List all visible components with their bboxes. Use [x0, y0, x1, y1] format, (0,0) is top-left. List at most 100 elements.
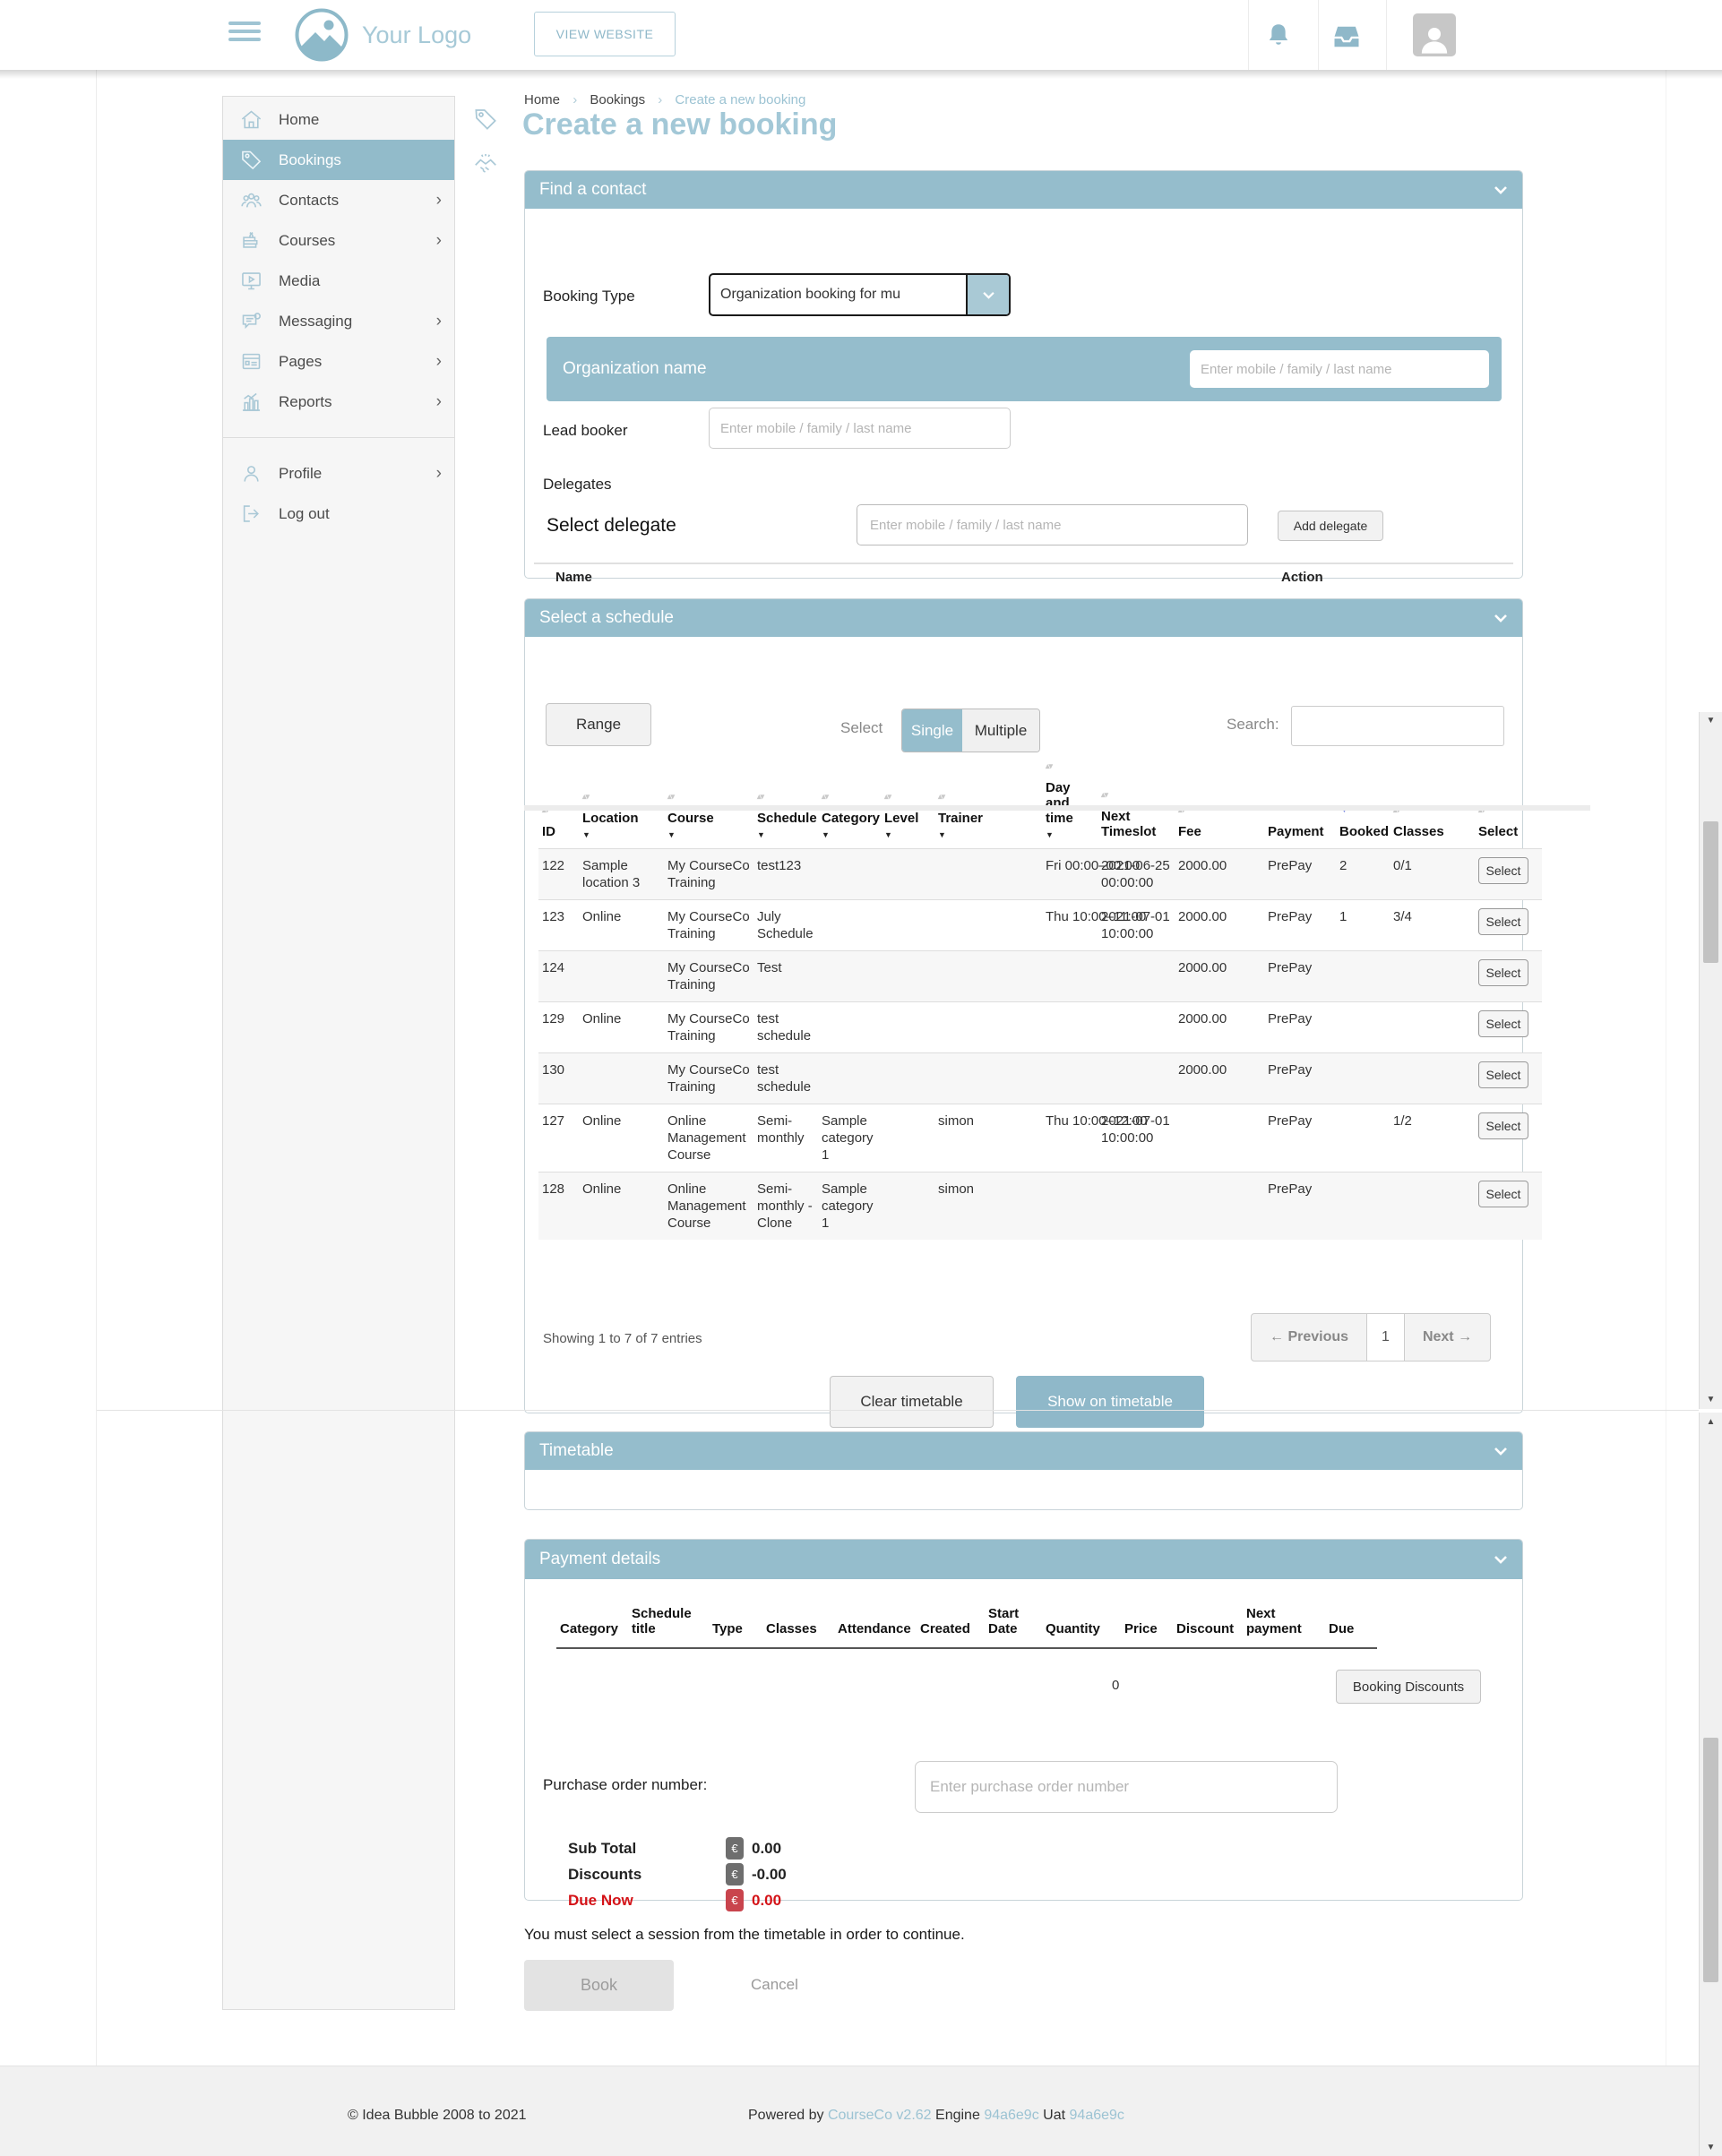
- view-website-button[interactable]: VIEW WEBSITE: [534, 12, 676, 56]
- handshake-icon[interactable]: [472, 150, 499, 182]
- select-arrow-icon[interactable]: [966, 275, 1009, 314]
- inbox-icon[interactable]: [1330, 23, 1363, 55]
- purchase-order-input[interactable]: [915, 1761, 1338, 1813]
- schedule-row-128: 128OnlineOnline Management CourseSemi-mo…: [538, 1172, 1542, 1241]
- scroll-down-arrow-icon[interactable]: ▼: [1700, 1395, 1722, 1404]
- sidebar-item-bookings[interactable]: Bookings: [223, 140, 454, 180]
- pagination-page-1[interactable]: 1: [1366, 1314, 1405, 1361]
- column-label: Classes: [1393, 824, 1444, 839]
- select-schedule-button[interactable]: Select: [1478, 1010, 1528, 1037]
- column-label: Course: [667, 811, 714, 826]
- uat-link[interactable]: 94a6e9c: [1070, 2108, 1124, 2123]
- select-schedule-button[interactable]: Select: [1478, 959, 1528, 986]
- select-delegate-input[interactable]: [857, 504, 1248, 545]
- chevron-down-icon[interactable]: [1494, 185, 1508, 194]
- cancel-button[interactable]: Cancel: [751, 1976, 798, 1994]
- engine-link[interactable]: 94a6e9c: [984, 2108, 1038, 2123]
- user-avatar[interactable]: [1413, 13, 1456, 56]
- breadcrumb-bookings[interactable]: Bookings: [590, 92, 645, 107]
- lead-booker-input[interactable]: [709, 408, 1011, 449]
- payment-details-panel: Payment details CategorySchedule titleTy…: [524, 1539, 1523, 1901]
- sort-arrows-icon[interactable]: ▴▾: [1046, 762, 1094, 780]
- cell-schedule: Semi-monthly: [753, 1104, 818, 1172]
- scrollbar-thumb[interactable]: [1703, 821, 1718, 963]
- column-label: Payment: [1268, 824, 1324, 839]
- search-input[interactable]: [1291, 706, 1504, 746]
- window-scrollbar[interactable]: ▲ ▼: [1699, 1413, 1722, 2156]
- sidebar-item-home[interactable]: Home: [223, 99, 454, 140]
- tag-shortcut-icon[interactable]: [472, 106, 499, 137]
- filter-dropdown-icon[interactable]: ▼: [938, 830, 1038, 839]
- show-on-timetable-button[interactable]: Show on timetable: [1016, 1376, 1204, 1428]
- scroll-up-arrow-icon[interactable]: ▲: [1700, 1417, 1722, 1427]
- filter-dropdown-icon[interactable]: ▼: [1046, 830, 1094, 839]
- cell-course: My CourseCo Training: [664, 849, 753, 900]
- filter-dropdown-icon[interactable]: ▼: [582, 830, 660, 839]
- hamburger-menu-icon[interactable]: [228, 21, 261, 46]
- sidebar-item-label: Pages: [279, 353, 322, 371]
- inner-scrollbar[interactable]: ▼ ▼: [1699, 712, 1722, 1409]
- scroll-down-arrow-icon[interactable]: ▼: [1700, 2143, 1722, 2152]
- table-scrollbar-strip[interactable]: [524, 805, 1590, 811]
- total-row-discounts: Discounts€-0.00: [568, 1861, 787, 1887]
- booking-type-select[interactable]: Organization booking for mu: [709, 273, 1011, 316]
- single-toggle-button[interactable]: Single: [902, 709, 962, 752]
- schedule-row-130: 130My CourseCo Trainingtest schedule2000…: [538, 1053, 1542, 1104]
- filter-dropdown-icon[interactable]: ▼: [757, 830, 814, 839]
- select-schedule-button[interactable]: Select: [1478, 908, 1528, 935]
- range-button[interactable]: Range: [546, 703, 651, 746]
- payment-column-type: Type: [709, 1606, 762, 1648]
- payment-details-header[interactable]: Payment details: [525, 1540, 1522, 1579]
- courseco-link[interactable]: CourseCo v2.62: [828, 2108, 932, 2123]
- book-button[interactable]: Book: [524, 1960, 674, 2011]
- select-schedule-button[interactable]: Select: [1478, 1061, 1528, 1088]
- clear-timetable-button[interactable]: Clear timetable: [830, 1376, 994, 1428]
- select-schedule-title: Select a schedule: [539, 608, 674, 628]
- sidebar-item-courses[interactable]: Courses›: [223, 220, 454, 261]
- sidebar-item-profile[interactable]: Profile›: [223, 453, 454, 494]
- sidebar-item-reports[interactable]: Reports›: [223, 382, 454, 422]
- cell-level: [881, 951, 934, 1002]
- scroll-down-arrow-icon[interactable]: ▼: [1700, 716, 1722, 726]
- sidebar-item-messaging[interactable]: Messaging›: [223, 301, 454, 341]
- cell-schedule: test schedule: [753, 1002, 818, 1053]
- timetable-panel: Timetable: [524, 1431, 1523, 1510]
- filter-dropdown-icon[interactable]: ▼: [667, 830, 750, 839]
- contacts-icon: [239, 188, 263, 212]
- pagination-previous[interactable]: ← Previous: [1252, 1314, 1366, 1361]
- chevron-down-icon[interactable]: [1494, 614, 1508, 623]
- select-schedule-button[interactable]: Select: [1478, 1181, 1528, 1207]
- filter-dropdown-icon[interactable]: ▼: [822, 830, 877, 839]
- notifications-bell-icon[interactable]: [1263, 20, 1294, 56]
- chevron-down-icon[interactable]: [1494, 1447, 1508, 1456]
- column-label: Level: [884, 811, 918, 826]
- filter-dropdown-icon[interactable]: ▼: [884, 830, 931, 839]
- sidebar-item-label: Home: [279, 111, 319, 129]
- cell-id: 122: [538, 849, 579, 900]
- breadcrumb-home[interactable]: Home: [524, 92, 560, 107]
- sidebar-item-log-out[interactable]: Log out: [223, 494, 454, 534]
- pagination-next[interactable]: Next →: [1405, 1314, 1490, 1361]
- select-schedule-button[interactable]: Select: [1478, 857, 1528, 884]
- sidebar-item-contacts[interactable]: Contacts›: [223, 180, 454, 220]
- cell-course: My CourseCo Training: [664, 900, 753, 951]
- chevron-down-icon[interactable]: [1494, 1555, 1508, 1564]
- timetable-header[interactable]: Timetable: [525, 1432, 1522, 1470]
- organization-name-input[interactable]: [1190, 350, 1489, 388]
- select-schedule-button[interactable]: Select: [1478, 1112, 1528, 1139]
- breadcrumb-separator: ›: [658, 92, 662, 107]
- multiple-toggle-button[interactable]: Multiple: [962, 709, 1039, 752]
- payment-column-next-payment: Next payment: [1243, 1606, 1325, 1648]
- logo-icon[interactable]: [294, 7, 349, 67]
- cell-schedule: Semi-monthly - Clone: [753, 1172, 818, 1241]
- find-contact-header[interactable]: Find a contact: [525, 171, 1522, 209]
- select-schedule-header[interactable]: Select a schedule: [525, 599, 1522, 637]
- add-delegate-button[interactable]: Add delegate: [1278, 511, 1383, 541]
- sidebar-item-media[interactable]: Media: [223, 261, 454, 301]
- cell-category: [818, 951, 881, 1002]
- booking-discounts-button[interactable]: Booking Discounts: [1336, 1670, 1481, 1704]
- sidebar-item-pages[interactable]: Pages›: [223, 341, 454, 382]
- scrollbar-thumb[interactable]: [1703, 1738, 1718, 1982]
- cell-day_time: Fri 00:00–00:00: [1042, 849, 1098, 900]
- column-label: Next Timeslot: [1101, 809, 1156, 839]
